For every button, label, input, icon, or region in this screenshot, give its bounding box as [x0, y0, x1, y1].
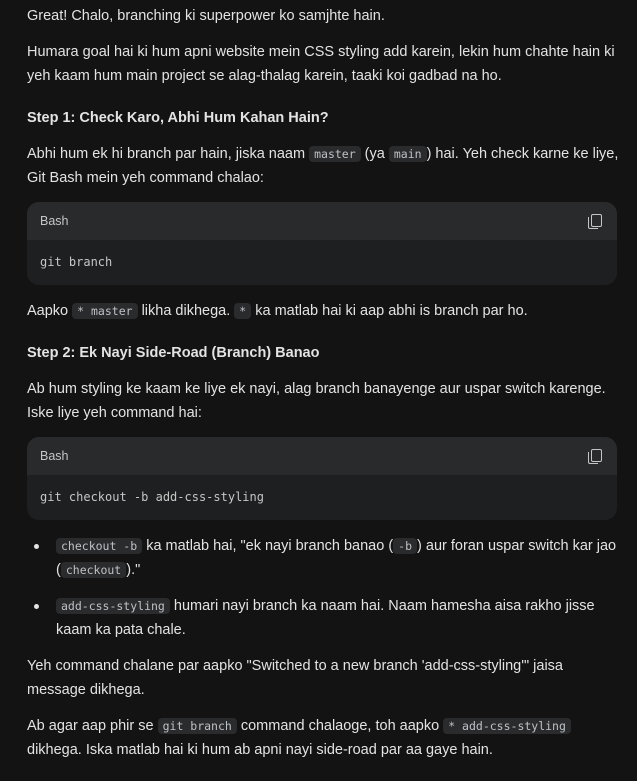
- inline-code: main: [388, 146, 427, 162]
- copy-icon[interactable]: [587, 213, 603, 229]
- inline-code: -b: [393, 538, 418, 554]
- code-content[interactable]: git checkout -b add-css-styling: [27, 475, 617, 520]
- inline-code: add-css-styling: [56, 598, 170, 614]
- bullet-list: checkout -b ka matlab hai, "ek nayi bran…: [27, 534, 619, 642]
- copy-icon[interactable]: [587, 448, 603, 464]
- code-block-header: Bash: [27, 437, 617, 475]
- step2-heading: Step 2: Ek Nayi Side-Road (Branch) Banao: [27, 345, 320, 361]
- code-content[interactable]: git branch: [27, 240, 617, 285]
- inline-code: * add-css-styling: [443, 718, 571, 734]
- step2-result-text: Yeh command chalane par aapko "Switched …: [27, 658, 563, 698]
- step1-heading: Step 1: Check Karo, Abhi Hum Kahan Hain?: [27, 110, 329, 126]
- code-language-label: Bash: [40, 214, 69, 228]
- code-language-label: Bash: [40, 449, 69, 463]
- inline-code: * master: [72, 303, 138, 319]
- goal-text: Humara goal hai ki hum apni website mein…: [27, 44, 615, 84]
- code-block: Bash git checkout -b add-css-styling: [27, 437, 617, 520]
- inline-code: checkout -b: [56, 538, 143, 554]
- inline-code: *: [234, 303, 252, 319]
- chat-response: Great! Chalo, branching ki superpower ko…: [0, 0, 637, 762]
- inline-code: master: [309, 146, 361, 162]
- intro-text: Great! Chalo, branching ki superpower ko…: [27, 8, 385, 24]
- inline-code: git branch: [157, 718, 237, 734]
- list-item: add-css-styling humari nayi branch ka na…: [27, 594, 619, 642]
- step2-paragraph: Ab hum styling ke kaam ke liye ek nayi, …: [27, 381, 606, 421]
- step1-explanation: Aapko * master likha dikhega. * ka matla…: [27, 303, 528, 319]
- inline-code: checkout: [60, 562, 127, 578]
- step2-final-text: Ab agar aap phir se git branch command c…: [27, 714, 619, 762]
- code-block: Bash git branch: [27, 202, 617, 285]
- list-item: checkout -b ka matlab hai, "ek nayi bran…: [27, 534, 619, 582]
- code-block-header: Bash: [27, 202, 617, 240]
- step1-paragraph: Abhi hum ek hi branch par hain, jiska na…: [27, 146, 619, 186]
